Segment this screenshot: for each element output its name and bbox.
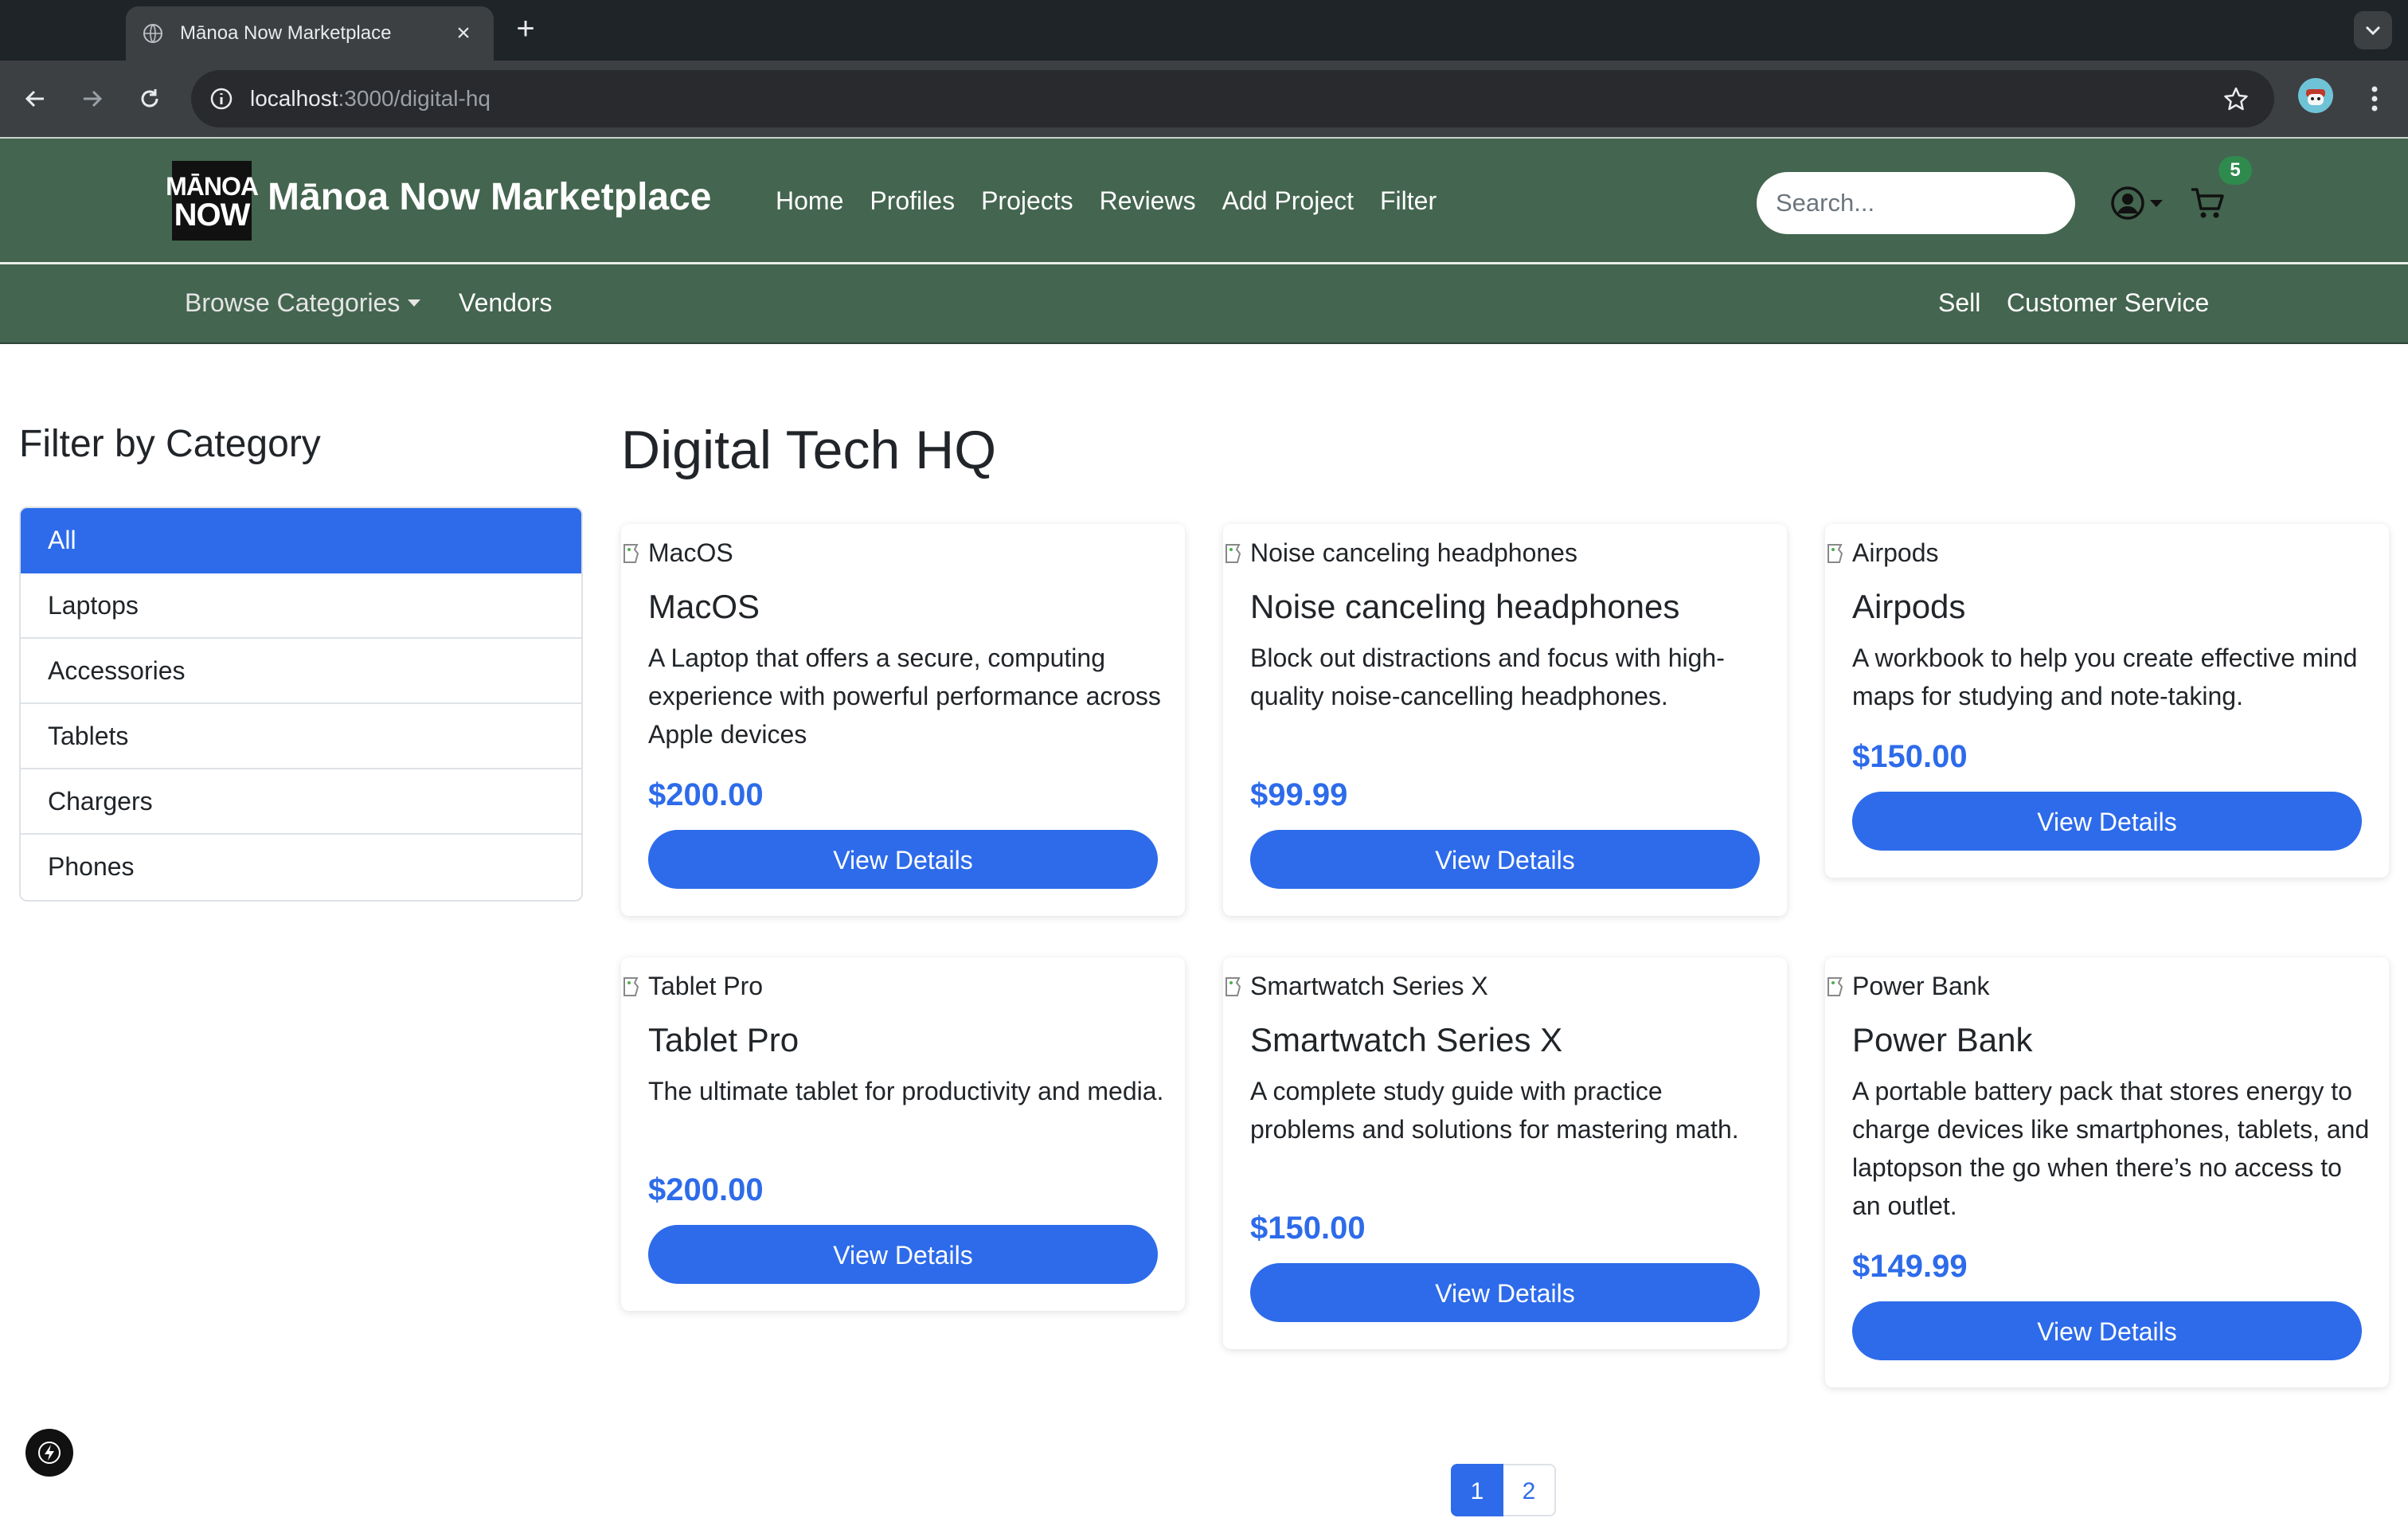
- view-details-button[interactable]: View Details: [1852, 1301, 2362, 1360]
- product-description: A complete study guide with practice pro…: [1250, 1077, 1739, 1144]
- plus-icon[interactable]: +: [510, 11, 541, 46]
- category-item-phones[interactable]: Phones: [21, 835, 581, 900]
- tab-title: Mānoa Now Marketplace: [180, 22, 392, 44]
- broken-image-icon: [624, 976, 639, 996]
- user-circle-icon: [2111, 186, 2144, 220]
- product-image: Smartwatch Series X: [1223, 972, 1488, 1001]
- cart-icon[interactable]: [2190, 185, 2226, 221]
- nav-link-home[interactable]: Home: [776, 186, 843, 216]
- globe-icon: [142, 22, 164, 45]
- star-icon[interactable]: [2220, 83, 2252, 115]
- view-details-button[interactable]: View Details: [648, 830, 1158, 889]
- broken-image-icon: [1226, 976, 1241, 996]
- user-menu[interactable]: [2110, 185, 2171, 221]
- browser-tabstrip: Mānoa Now Marketplace × +: [0, 0, 2408, 61]
- view-details-button[interactable]: View Details: [1852, 792, 2362, 851]
- view-details-button[interactable]: View Details: [1250, 1263, 1760, 1322]
- nav-link-projects[interactable]: Projects: [981, 186, 1073, 216]
- category-item-chargers[interactable]: Chargers: [21, 769, 581, 835]
- sub-navbar: Browse Categories Vendors Sell Customer …: [0, 264, 2408, 344]
- url-text: localhost:3000/digital-hq: [250, 86, 491, 111]
- product-price: $149.99: [1852, 1249, 1968, 1284]
- product-card: Noise canceling headphones Noise canceli…: [1223, 524, 1787, 916]
- bolt-icon[interactable]: [25, 1429, 73, 1477]
- product-price: $200.00: [648, 1172, 764, 1207]
- browse-categories-dropdown[interactable]: Browse Categories: [185, 288, 421, 318]
- product-price: $150.00: [1250, 1211, 1366, 1246]
- site-logo[interactable]: MĀNOA NOW: [166, 161, 259, 241]
- close-icon[interactable]: ×: [449, 20, 478, 47]
- vendors-link[interactable]: Vendors: [459, 288, 552, 318]
- product-title[interactable]: Tablet Pro: [648, 1021, 799, 1059]
- product-card: Tablet Pro Tablet Pro The ultimate table…: [621, 957, 1185, 1311]
- product-description: Block out distractions and focus with hi…: [1250, 644, 1725, 710]
- broken-image-icon: [1226, 543, 1241, 563]
- browse-categories-label: Browse Categories: [185, 288, 401, 317]
- browser-toolbar: localhost:3000/digital-hq: [0, 61, 2408, 137]
- product-card: MacOS MacOS A Laptop that offers a secur…: [621, 524, 1185, 916]
- broken-image-icon: [1828, 976, 1843, 996]
- chevron-down-icon[interactable]: [2354, 11, 2392, 49]
- nav-link-filter[interactable]: Filter: [1380, 186, 1437, 216]
- cart-count-badge: 5: [2218, 156, 2252, 185]
- back-arrow-icon[interactable]: [16, 80, 54, 118]
- broken-image-icon: [1828, 543, 1843, 563]
- brand-name[interactable]: Mānoa Now Marketplace: [268, 175, 711, 219]
- view-details-button[interactable]: View Details: [1250, 830, 1760, 889]
- nav-links: Home Profiles Projects Reviews Add Proje…: [776, 186, 1463, 216]
- search-input[interactable]: [1757, 172, 2075, 234]
- product-image: Tablet Pro: [621, 972, 763, 1001]
- reload-icon[interactable]: [131, 80, 169, 118]
- product-title[interactable]: MacOS: [648, 588, 760, 626]
- category-item-all[interactable]: All: [21, 508, 581, 573]
- product-title[interactable]: Smartwatch Series X: [1250, 1021, 1562, 1059]
- product-description: A workbook to help you create effective …: [1852, 644, 2358, 710]
- product-card: Smartwatch Series X Smartwatch Series X …: [1223, 957, 1787, 1349]
- nav-link-profiles[interactable]: Profiles: [870, 186, 955, 216]
- product-price: $150.00: [1852, 739, 1968, 774]
- profile-avatar[interactable]: [2298, 78, 2333, 113]
- broken-image-icon: [624, 543, 639, 563]
- product-image: MacOS: [621, 538, 733, 568]
- product-title[interactable]: Airpods: [1852, 588, 1965, 626]
- product-image: Noise canceling headphones: [1223, 538, 1577, 568]
- page-title: Digital Tech HQ: [621, 420, 997, 480]
- product-title[interactable]: Noise canceling headphones: [1250, 588, 1679, 626]
- product-card: Airpods Airpods A workbook to help you c…: [1825, 524, 2389, 878]
- pagination: 1 2: [1451, 1464, 1556, 1516]
- forward-arrow-icon[interactable]: [73, 80, 111, 118]
- product-description: The ultimate tablet for productivity and…: [648, 1077, 1164, 1105]
- page-button-1[interactable]: 1: [1451, 1464, 1503, 1516]
- product-description: A portable battery pack that stores ener…: [1852, 1077, 2370, 1220]
- view-details-button[interactable]: View Details: [648, 1225, 1158, 1284]
- category-item-laptops[interactable]: Laptops: [21, 573, 581, 639]
- category-list: All Laptops Accessories Tablets Chargers…: [19, 507, 583, 902]
- address-bar[interactable]: localhost:3000/digital-hq: [191, 70, 2274, 127]
- product-price: $99.99: [1250, 777, 1348, 812]
- browser-tab[interactable]: Mānoa Now Marketplace ×: [126, 6, 494, 61]
- nav-link-reviews[interactable]: Reviews: [1100, 186, 1196, 216]
- product-price: $200.00: [648, 777, 764, 812]
- info-icon[interactable]: [207, 84, 236, 113]
- sell-link[interactable]: Sell: [1938, 288, 1980, 318]
- product-image: Airpods: [1825, 538, 1939, 568]
- filter-title: Filter by Category: [19, 423, 321, 465]
- chevron-down-icon: [408, 299, 421, 307]
- customer-service-link[interactable]: Customer Service: [2007, 288, 2209, 318]
- nav-link-add-project[interactable]: Add Project: [1222, 186, 1354, 216]
- product-card: Power Bank Power Bank A portable battery…: [1825, 957, 2389, 1387]
- product-image: Power Bank: [1825, 972, 1990, 1001]
- product-description: A Laptop that offers a secure, computing…: [648, 644, 1161, 749]
- page-button-2[interactable]: 2: [1503, 1464, 1556, 1516]
- category-item-tablets[interactable]: Tablets: [21, 704, 581, 769]
- product-title[interactable]: Power Bank: [1852, 1021, 2032, 1059]
- main-navbar: MĀNOA NOW Mānoa Now Marketplace Home Pro…: [0, 137, 2408, 264]
- kebab-menu-icon[interactable]: [2357, 78, 2392, 119]
- category-item-accessories[interactable]: Accessories: [21, 639, 581, 704]
- chevron-down-icon: [2150, 199, 2163, 207]
